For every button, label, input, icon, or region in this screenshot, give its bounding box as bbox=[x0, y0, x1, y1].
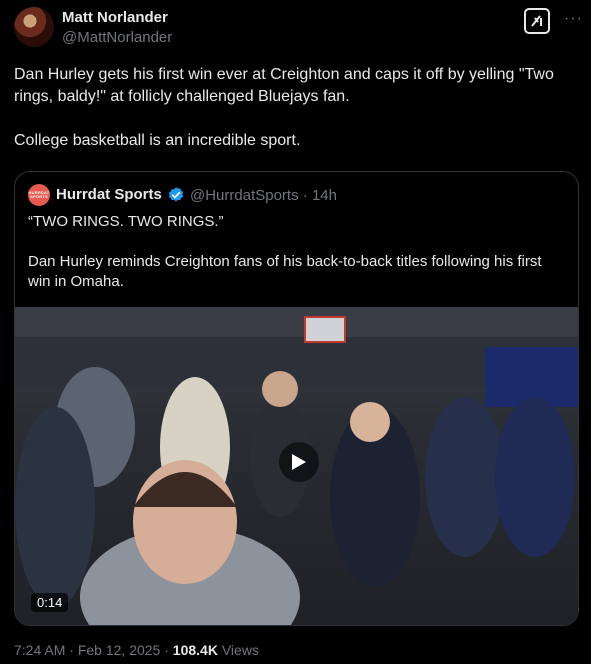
play-icon[interactable] bbox=[279, 442, 319, 482]
tweet-paragraph: College basketball is an incredible spor… bbox=[14, 132, 301, 149]
author-handle[interactable]: @MattNorlander bbox=[62, 29, 172, 46]
grok-icon[interactable] bbox=[524, 8, 550, 34]
author-avatar[interactable] bbox=[14, 7, 54, 47]
tweet-time[interactable]: 7:24 AM bbox=[14, 642, 65, 658]
tweet-date[interactable]: Feb 12, 2025 bbox=[78, 642, 161, 658]
tweet-paragraph: Dan Hurley gets his first win ever at Cr… bbox=[14, 66, 554, 105]
more-icon[interactable]: ··· bbox=[564, 10, 583, 28]
video-player[interactable]: 0:14 bbox=[15, 307, 578, 625]
meta-separator: · bbox=[302, 187, 308, 204]
quoted-tweet-card[interactable]: HURRDAT SPORTS Hurrdat Sports @HurrdatSp… bbox=[14, 171, 579, 626]
author-name[interactable]: Matt Norlander bbox=[62, 9, 168, 26]
quoted-handle[interactable]: @HurrdatSports bbox=[190, 187, 299, 204]
footer-separator: · bbox=[69, 642, 74, 658]
tweet-footer: 7:24 AM · Feb 12, 2025 · 108.4K Views bbox=[14, 642, 259, 658]
quoted-author-name[interactable]: Hurrdat Sports bbox=[56, 186, 162, 203]
footer-separator: · bbox=[164, 642, 169, 658]
verified-icon bbox=[168, 187, 184, 202]
quoted-meta: @HurrdatSports · 14h bbox=[190, 187, 337, 204]
views-count[interactable]: 108.4K bbox=[173, 642, 218, 658]
quoted-time[interactable]: 14h bbox=[312, 187, 337, 204]
views-label: Views bbox=[221, 642, 259, 658]
video-duration: 0:14 bbox=[31, 593, 69, 612]
quoted-text: “TWO RINGS. TWO RINGS.” Dan Hurley remin… bbox=[28, 212, 568, 312]
quoted-avatar[interactable]: HURRDAT SPORTS bbox=[28, 184, 50, 206]
quoted-avatar-logo-text: HURRDAT SPORTS bbox=[28, 190, 50, 199]
tweet-text: Dan Hurley gets his first win ever at Cr… bbox=[14, 64, 574, 174]
quoted-paragraph: Dan Hurley reminds Creighton fans of his… bbox=[28, 253, 542, 290]
quoted-paragraph: “TWO RINGS. TWO RINGS.” bbox=[28, 213, 224, 230]
